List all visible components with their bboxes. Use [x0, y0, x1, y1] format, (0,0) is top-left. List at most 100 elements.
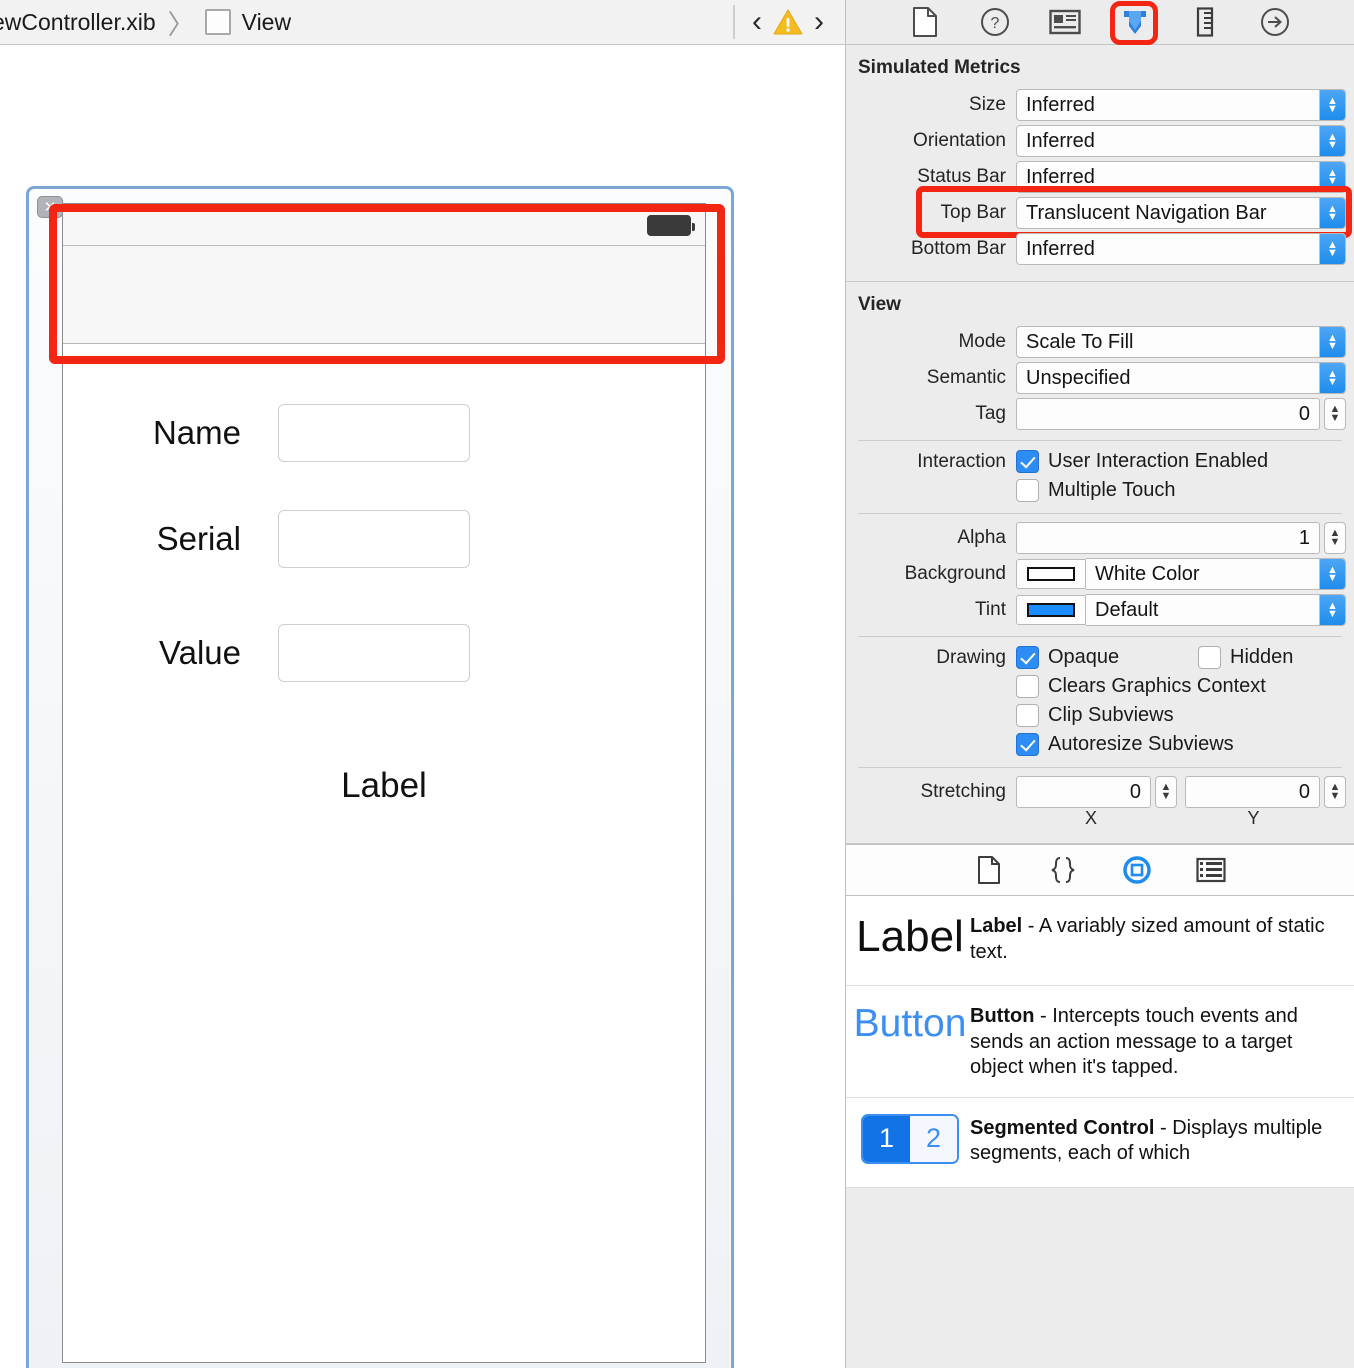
checkbox-hidden[interactable]: [1198, 646, 1221, 669]
object-library-list[interactable]: Label Label - A variably sized amount of…: [846, 896, 1354, 1188]
simulated-navigation-bar[interactable]: [63, 246, 705, 344]
object-library-icon[interactable]: [1120, 853, 1154, 887]
list-item-body: - A variably sized amount of static text…: [970, 915, 1325, 963]
input-tag[interactable]: 0: [1016, 398, 1320, 430]
stretching-y-stepper[interactable]: ▲ ▼: [1324, 776, 1346, 808]
label-axis-y: Y: [1247, 808, 1260, 828]
label-clears-graphics-context: Clears Graphics Context: [1048, 675, 1266, 697]
chevron-updown-icon[interactable]: ▲ ▼: [1319, 162, 1345, 192]
textfield-name[interactable]: [278, 404, 470, 462]
popup-background[interactable]: White Color ▲ ▼: [1086, 558, 1346, 590]
identity-inspector-icon[interactable]: [1048, 5, 1082, 39]
svg-text:?: ?: [991, 15, 1000, 32]
code-snippet-library-icon[interactable]: [1046, 853, 1080, 887]
chevron-updown-icon[interactable]: ▲ ▼: [1319, 198, 1345, 228]
list-item[interactable]: 1 2 Segmented Control - Displays multipl…: [846, 1098, 1354, 1188]
row-status-bar: Status Bar Inferred ▲ ▼: [846, 159, 1354, 195]
label-orientation: Orientation: [913, 130, 1006, 151]
label-status-bar: Status Bar: [917, 166, 1006, 187]
checkbox-clip-subviews[interactable]: [1016, 704, 1039, 727]
textfield-value[interactable]: [278, 624, 470, 682]
size-inspector-icon[interactable]: [1188, 5, 1222, 39]
attributes-inspector-icon[interactable]: [1118, 5, 1152, 39]
background-color-chip: [1027, 567, 1075, 581]
file-inspector-icon[interactable]: [908, 5, 942, 39]
checkbox-clears-graphics-context[interactable]: [1016, 675, 1039, 698]
checkbox-autoresize-subviews[interactable]: [1016, 733, 1039, 756]
next-issue-button[interactable]: ›: [803, 7, 835, 37]
popup-orientation[interactable]: Inferred ▲ ▼: [1016, 125, 1346, 157]
interface-builder-canvas[interactable]: ✕ Name Serial Value Label: [0, 45, 845, 1368]
view-object-icon: [204, 9, 231, 35]
chevron-updown-icon[interactable]: ▲ ▼: [1319, 559, 1345, 589]
file-template-library-icon[interactable]: [972, 853, 1006, 887]
chevron-updown-icon[interactable]: ▲ ▼: [1319, 234, 1345, 264]
view-controller-frame[interactable]: ✕ Name Serial Value Label: [26, 186, 734, 1368]
popup-size[interactable]: Inferred ▲ ▼: [1016, 89, 1346, 121]
inspector-tab-bar: ?: [846, 0, 1354, 45]
label-stretching: Stretching: [920, 781, 1006, 802]
root-view[interactable]: Name Serial Value Label: [62, 203, 706, 1363]
row-clip-subviews: Clip Subviews: [846, 701, 1354, 730]
checkbox-user-interaction-enabled[interactable]: [1016, 450, 1039, 473]
form-row-serial[interactable]: Serial: [91, 510, 470, 568]
stretching-x-stepper[interactable]: ▲ ▼: [1155, 776, 1177, 808]
jump-bar: ewController.xib 〉 View ‹ ›: [0, 0, 845, 45]
popup-semantic-value: Unspecified: [1026, 366, 1131, 389]
popup-mode-value: Scale To Fill: [1026, 330, 1134, 353]
popup-semantic[interactable]: Unspecified ▲ ▼: [1016, 362, 1346, 394]
breadcrumb-view[interactable]: View: [242, 9, 291, 36]
connections-inspector-icon[interactable]: [1258, 5, 1292, 39]
chevron-updown-icon[interactable]: ▲ ▼: [1319, 363, 1345, 393]
chevron-updown-icon[interactable]: ▲ ▼: [1319, 90, 1345, 120]
checkbox-multiple-touch[interactable]: [1016, 479, 1039, 502]
row-alpha: Alpha 1 ▲ ▼: [846, 520, 1354, 556]
popup-top-bar[interactable]: Translucent Navigation Bar ▲ ▼: [1016, 197, 1346, 229]
tag-stepper[interactable]: ▲ ▼: [1324, 398, 1346, 430]
warning-triangle-icon[interactable]: [773, 8, 803, 36]
background-color-swatch[interactable]: [1016, 559, 1086, 589]
tint-color-swatch[interactable]: [1016, 595, 1086, 625]
popup-bottom-bar-value: Inferred: [1026, 237, 1095, 260]
chevron-updown-icon[interactable]: ▲ ▼: [1319, 327, 1345, 357]
list-item[interactable]: Label Label - A variably sized amount of…: [846, 896, 1354, 986]
row-bottom-bar: Bottom Bar Inferred ▲ ▼: [846, 231, 1354, 267]
chevron-updown-icon[interactable]: ▲ ▼: [1319, 126, 1345, 156]
checkbox-opaque[interactable]: [1016, 646, 1039, 669]
library-tab-bar: [846, 844, 1354, 896]
popup-status-bar[interactable]: Inferred ▲ ▼: [1016, 161, 1346, 193]
canvas-label[interactable]: Label: [63, 766, 705, 806]
row-orientation: Orientation Inferred ▲ ▼: [846, 123, 1354, 159]
breadcrumb[interactable]: ewController.xib 〉 View: [0, 0, 733, 44]
list-item-description: Button - Intercepts touch events and sen…: [964, 1002, 1344, 1081]
quick-help-inspector-icon[interactable]: ?: [978, 5, 1012, 39]
popup-tint-value: Default: [1095, 598, 1159, 621]
chevron-updown-icon[interactable]: ▲ ▼: [1319, 595, 1345, 625]
popup-tint[interactable]: Default ▲ ▼: [1086, 594, 1346, 626]
selection-badge[interactable]: ✕: [37, 196, 63, 218]
input-alpha[interactable]: 1: [1016, 522, 1320, 554]
media-library-icon[interactable]: [1194, 853, 1228, 887]
input-stretching-y[interactable]: 0: [1185, 776, 1320, 808]
row-size: Size Inferred ▲ ▼: [846, 87, 1354, 123]
label-multiple-touch: Multiple Touch: [1048, 479, 1176, 501]
label-name: Name: [152, 414, 241, 451]
breadcrumb-separator: 〉: [167, 9, 195, 40]
alpha-stepper[interactable]: ▲ ▼: [1324, 522, 1346, 554]
breadcrumb-file[interactable]: ewController.xib: [0, 9, 156, 36]
tint-color-chip: [1027, 603, 1075, 617]
popup-bottom-bar[interactable]: Inferred ▲ ▼: [1016, 233, 1346, 265]
previous-issue-button[interactable]: ‹: [741, 7, 773, 37]
input-stretching-x[interactable]: 0: [1016, 776, 1151, 808]
divider: [858, 440, 1342, 441]
view-section: View Mode Scale To Fill ▲ ▼ Semantic Unsp…: [846, 282, 1354, 844]
label-size: Size: [969, 94, 1006, 115]
form-row-value[interactable]: Value: [91, 624, 470, 682]
textfield-serial[interactable]: [278, 510, 470, 568]
popup-mode[interactable]: Scale To Fill ▲ ▼: [1016, 326, 1346, 358]
label-alpha: Alpha: [957, 527, 1006, 548]
list-item[interactable]: Button Button - Intercepts touch events …: [846, 986, 1354, 1098]
list-item-title: Button: [970, 1005, 1035, 1027]
form-row-name[interactable]: Name: [91, 404, 470, 462]
row-interaction: Interaction User Interaction Enabled: [846, 447, 1354, 476]
